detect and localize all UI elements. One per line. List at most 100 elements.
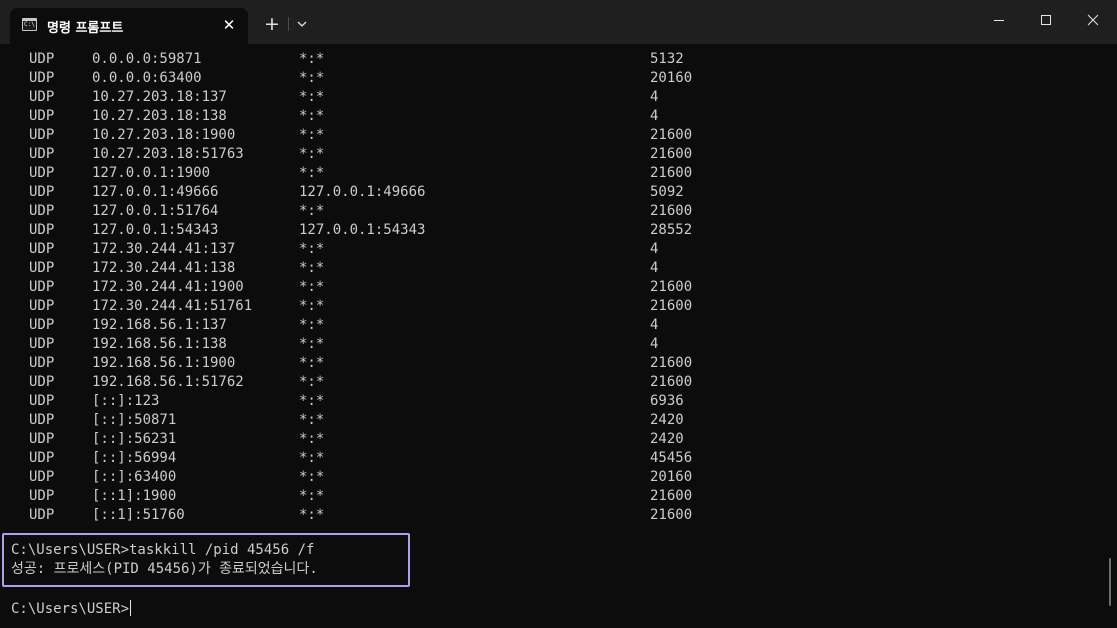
local-address-cell: 172.30.244.41:138 xyxy=(92,260,236,276)
foreign-address-cell: *:* xyxy=(299,70,325,86)
close-icon xyxy=(1087,14,1099,26)
pid-cell: 4 xyxy=(650,336,659,352)
pid-cell: 2420 xyxy=(650,412,684,428)
netstat-row: UDP [::]:50871 *:* 2420 xyxy=(0,411,1000,430)
close-window-button[interactable] xyxy=(1070,0,1116,40)
protocol-cell: UDP xyxy=(29,374,55,390)
pid-cell: 28552 xyxy=(650,222,693,238)
protocol-cell: UDP xyxy=(29,146,55,162)
pid-cell: 20160 xyxy=(650,469,693,485)
protocol-cell: UDP xyxy=(29,51,55,67)
pid-cell: 21600 xyxy=(650,203,693,219)
netstat-row: UDP [::1]:1900 *:* 21600 xyxy=(0,487,1000,506)
foreign-address-cell: *:* xyxy=(299,469,325,485)
netstat-row: UDP 192.168.56.1:1900 *:* 21600 xyxy=(0,354,1000,373)
chevron-down-icon[interactable] xyxy=(292,13,312,35)
netstat-row: UDP 127.0.0.1:1900 *:* 21600 xyxy=(0,164,1000,183)
protocol-cell: UDP xyxy=(29,108,55,124)
pid-cell: 2420 xyxy=(650,431,684,447)
pid-cell: 21600 xyxy=(650,374,693,390)
netstat-row: UDP 127.0.0.1:49666 127.0.0.1:49666 5092 xyxy=(0,183,1000,202)
netstat-row: UDP 127.0.0.1:51764 *:* 21600 xyxy=(0,202,1000,221)
local-address-cell: [::]:63400 xyxy=(92,469,177,485)
netstat-row: UDP 172.30.244.41:51761 *:* 21600 xyxy=(0,297,1000,316)
netstat-row: UDP 0.0.0.0:59871 *:* 5132 xyxy=(0,50,1000,69)
protocol-cell: UDP xyxy=(29,203,55,219)
local-address-cell: 0.0.0.0:59871 xyxy=(92,51,202,67)
pid-cell: 4 xyxy=(650,241,659,257)
command-prompt-line[interactable]: C:\Users\USER> xyxy=(11,600,132,619)
netstat-row: UDP [::]:63400 *:* 20160 xyxy=(0,468,1000,487)
netstat-row: UDP 172.30.244.41:1900 *:* 21600 xyxy=(0,278,1000,297)
foreign-address-cell: *:* xyxy=(299,165,325,181)
maximize-icon xyxy=(1041,15,1051,25)
foreign-address-cell: *:* xyxy=(299,374,325,390)
foreign-address-cell: *:* xyxy=(299,317,325,333)
protocol-cell: UDP xyxy=(29,222,55,238)
protocol-cell: UDP xyxy=(29,393,55,409)
pid-cell: 21600 xyxy=(650,165,693,181)
prompt-text: C:\Users\USER> xyxy=(11,601,130,617)
foreign-address-cell: *:* xyxy=(299,146,325,162)
taskkill-result-line: 성공: 프로세스(PID 45456)가 종료되었습니다. xyxy=(11,561,318,577)
netstat-row: UDP 10.27.203.18:137 *:* 4 xyxy=(0,88,1000,107)
foreign-address-cell: *:* xyxy=(299,298,325,314)
local-address-cell: 172.30.244.41:1900 xyxy=(92,279,244,295)
local-address-cell: 127.0.0.1:54343 xyxy=(92,222,219,238)
local-address-cell: [::]:50871 xyxy=(92,412,177,428)
netstat-row: UDP 192.168.56.1:137 *:* 4 xyxy=(0,316,1000,335)
foreign-address-cell: *:* xyxy=(299,203,325,219)
minimize-button[interactable] xyxy=(976,0,1022,40)
terminal-window: C:\ 명령 프롬프트 ✕ + UDP 0.0.0.0:59871 *:* 51… xyxy=(0,0,1117,628)
foreign-address-cell: *:* xyxy=(299,355,325,371)
text-cursor xyxy=(130,600,132,616)
minimize-icon xyxy=(994,20,1004,21)
protocol-cell: UDP xyxy=(29,70,55,86)
local-address-cell: 10.27.203.18:137 xyxy=(92,89,227,105)
protocol-cell: UDP xyxy=(29,127,55,143)
pid-cell: 4 xyxy=(650,260,659,276)
netstat-row: UDP 172.30.244.41:137 *:* 4 xyxy=(0,240,1000,259)
scrollbar-thumb[interactable] xyxy=(1109,558,1111,606)
pid-cell: 21600 xyxy=(650,298,693,314)
netstat-row: UDP 10.27.203.18:1900 *:* 21600 xyxy=(0,126,1000,145)
local-address-cell: [::]:56231 xyxy=(92,431,177,447)
foreign-address-cell: 127.0.0.1:54343 xyxy=(299,222,426,238)
foreign-address-cell: *:* xyxy=(299,51,325,67)
protocol-cell: UDP xyxy=(29,89,55,105)
protocol-cell: UDP xyxy=(29,412,55,428)
pid-cell: 21600 xyxy=(650,146,693,162)
pid-cell: 21600 xyxy=(650,127,693,143)
pid-cell: 20160 xyxy=(650,70,693,86)
terminal-output[interactable]: UDP 0.0.0.0:59871 *:* 5132 UDP 0.0.0.0:63400 *… xyxy=(0,44,1117,628)
new-tab-button[interactable]: + xyxy=(261,13,283,35)
local-address-cell: [::]:56994 xyxy=(92,450,177,466)
local-address-cell: 172.30.244.41:51761 xyxy=(92,298,253,314)
protocol-cell: UDP xyxy=(29,355,55,371)
netstat-row: UDP 0.0.0.0:63400 *:* 20160 xyxy=(0,69,1000,88)
close-tab-icon[interactable]: ✕ xyxy=(220,16,238,34)
netstat-row: UDP [::]:56994 *:* 45456 xyxy=(0,449,1000,468)
command-prompt-icon: C:\ xyxy=(22,18,37,31)
pid-cell: 5092 xyxy=(650,184,684,200)
pid-cell: 21600 xyxy=(650,507,693,523)
pid-cell: 5132 xyxy=(650,51,684,67)
local-address-cell: 10.27.203.18:138 xyxy=(92,108,227,124)
netstat-row: UDP [::]:123 *:* 6936 xyxy=(0,392,1000,411)
protocol-cell: UDP xyxy=(29,488,55,504)
pid-cell: 21600 xyxy=(650,279,693,295)
local-address-cell: [::1]:1900 xyxy=(92,488,177,504)
netstat-row: UDP 10.27.203.18:138 *:* 4 xyxy=(0,107,1000,126)
tab-command-prompt[interactable]: C:\ 명령 프롬프트 ✕ xyxy=(10,8,248,44)
local-address-cell: 0.0.0.0:63400 xyxy=(92,70,202,86)
local-address-cell: [::]:123 xyxy=(92,393,160,409)
tab-separator xyxy=(288,17,289,31)
local-address-cell: 127.0.0.1:1900 xyxy=(92,165,211,181)
netstat-row: UDP [::1]:51760 *:* 21600 xyxy=(0,506,1000,525)
local-address-cell: 192.168.56.1:1900 xyxy=(92,355,236,371)
netstat-row: UDP [::]:56231 *:* 2420 xyxy=(0,430,1000,449)
maximize-button[interactable] xyxy=(1023,0,1069,40)
title-bar[interactable]: C:\ 명령 프롬프트 ✕ + xyxy=(0,0,1117,44)
protocol-cell: UDP xyxy=(29,279,55,295)
protocol-cell: UDP xyxy=(29,431,55,447)
